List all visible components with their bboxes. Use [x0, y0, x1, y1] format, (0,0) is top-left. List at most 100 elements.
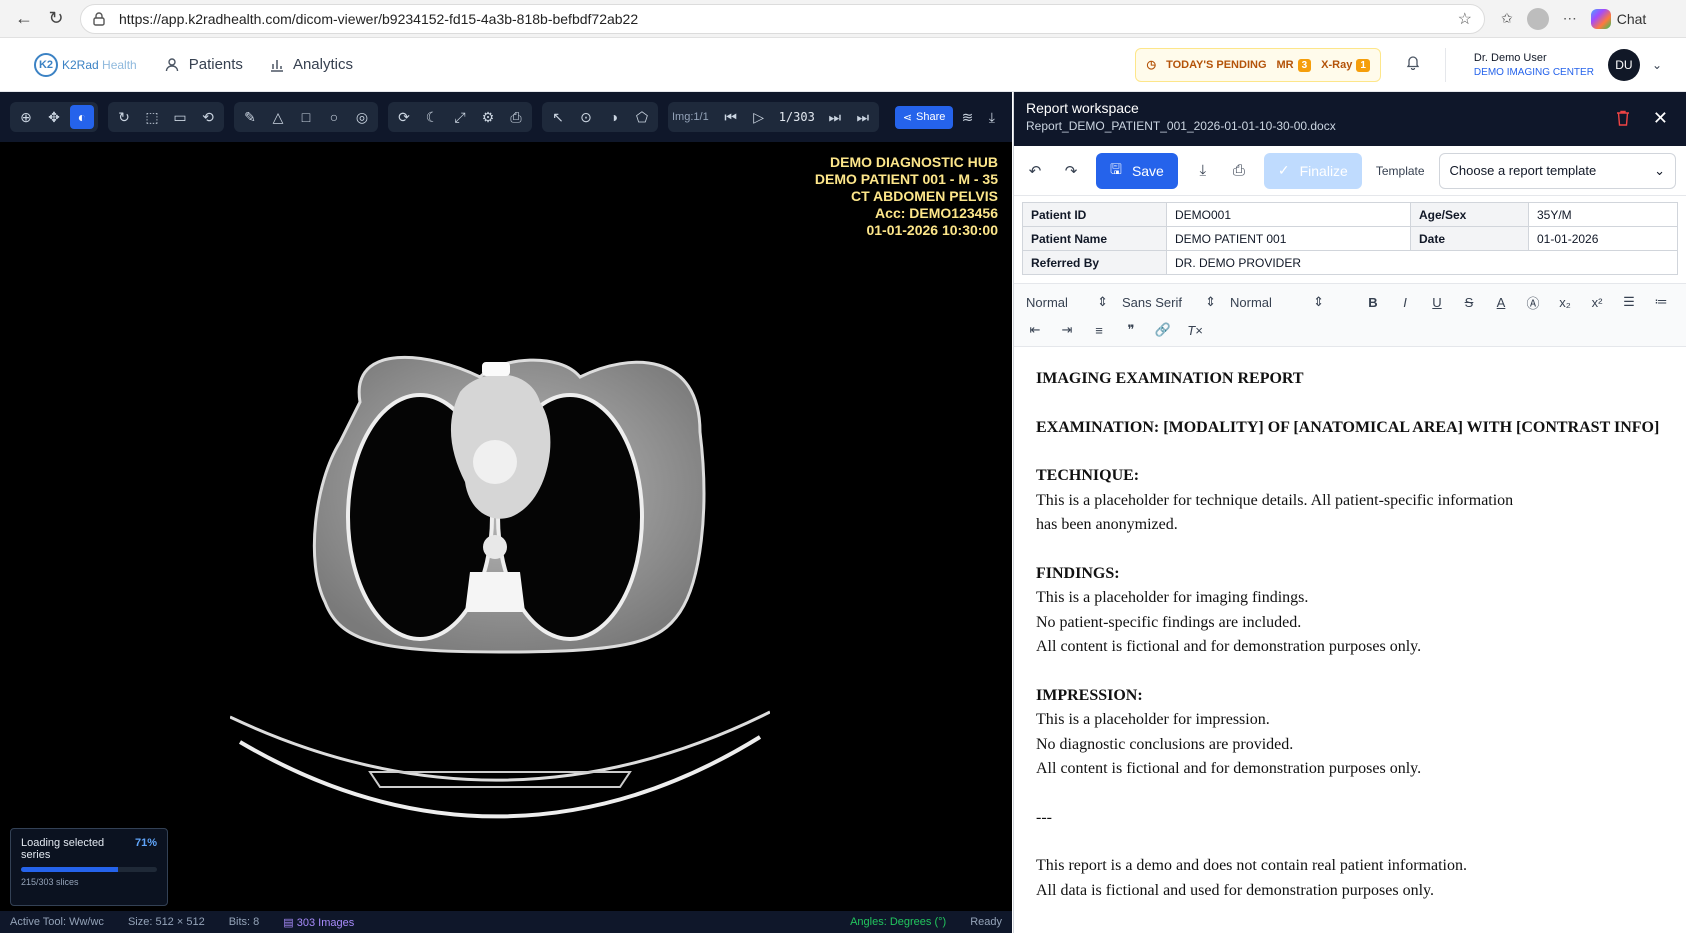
angle-icon[interactable]: △: [266, 105, 290, 129]
back-arrow-icon[interactable]: ←: [10, 5, 38, 33]
nav-patients[interactable]: Patients: [165, 56, 243, 73]
pending-xray[interactable]: X-Ray 1: [1321, 58, 1370, 72]
download-icon[interactable]: ⤓: [982, 105, 1002, 129]
pan-icon[interactable]: ✥: [42, 105, 66, 129]
logo[interactable]: K2 K2Rad Health: [34, 52, 137, 77]
flip-vertical-icon[interactable]: ⬚: [140, 105, 164, 129]
ordered-list-icon[interactable]: ☰: [1620, 294, 1638, 310]
bold-icon[interactable]: B: [1364, 295, 1382, 310]
loading-progress-fill: [21, 867, 118, 872]
pending-label: TODAY'S PENDING: [1166, 58, 1267, 71]
outdent-icon[interactable]: ⇤: [1026, 322, 1044, 338]
impression-line: This is a placeholder for impression.: [1036, 711, 1270, 728]
status-active-tool: Active Tool: Ww/wc: [10, 916, 104, 928]
status-bits: Bits: 8: [228, 916, 260, 928]
share-label: Share: [916, 111, 946, 123]
strikethrough-icon[interactable]: S: [1460, 295, 1478, 310]
user-center: DEMO IMAGING CENTER: [1473, 66, 1594, 78]
invert-icon[interactable]: ☾: [420, 105, 444, 129]
align-icon[interactable]: ≡: [1090, 323, 1108, 338]
underline-icon[interactable]: U: [1428, 295, 1446, 310]
status-images[interactable]: ▤ 303 Images: [283, 916, 354, 929]
print-icon[interactable]: ⎙: [1228, 162, 1250, 179]
superscript-icon[interactable]: x²: [1588, 295, 1606, 310]
last-slice-icon[interactable]: ⏭: [851, 105, 875, 129]
clear-format-icon[interactable]: T×: [1186, 323, 1204, 338]
app-nav: Patients Analytics: [165, 56, 353, 73]
fullscreen-icon[interactable]: ⤢: [448, 105, 472, 129]
heading-select[interactable]: Normal ⇕: [1026, 294, 1108, 310]
ellipse-icon[interactable]: ○: [322, 105, 346, 129]
undo-icon[interactable]: ↶: [1024, 162, 1046, 180]
bullet-list-icon[interactable]: ≔: [1652, 294, 1670, 310]
rotate-icon[interactable]: ↻: [112, 105, 136, 129]
contrast-icon[interactable]: ◑: [602, 105, 626, 129]
report-editor[interactable]: IMAGING EXAMINATION REPORT EXAMINATION: …: [1014, 347, 1686, 923]
updown-icon: ⇕: [1097, 294, 1108, 309]
lasso-icon[interactable]: ⬠: [630, 105, 654, 129]
magnify-icon[interactable]: ⊙: [574, 105, 598, 129]
star-icon[interactable]: ☆: [1458, 9, 1472, 29]
address-bar[interactable]: https://app.k2radhealth.com/dicom-viewer…: [80, 3, 1485, 34]
avatar[interactable]: DU: [1607, 48, 1640, 81]
layers-icon[interactable]: ≋: [957, 105, 977, 129]
footer-line: This report is a demo and does not conta…: [1036, 857, 1467, 874]
findings-line: This is a placeholder for imaging findin…: [1036, 589, 1309, 606]
finalize-button[interactable]: ✓ Finalize: [1263, 152, 1362, 189]
reset-icon[interactable]: ⟲: [196, 105, 220, 129]
first-slice-icon[interactable]: ⏮: [719, 105, 743, 129]
next-slice-icon[interactable]: ⏭: [823, 105, 847, 129]
highlight-icon[interactable]: Ⓐ: [1524, 293, 1542, 312]
overlay-accession: Acc: DEMO123456: [875, 205, 998, 221]
editor-toolbar: Normal ⇕ Sans Serif ⇕ Normal ⇕ B I U S A Ⓐ …: [1014, 283, 1686, 347]
redo-icon[interactable]: ↷: [1060, 162, 1082, 180]
share-button[interactable]: ⋖ Share: [894, 105, 954, 129]
save-button[interactable]: 🖫 Save: [1096, 152, 1178, 189]
font-select[interactable]: Sans Serif ⇕: [1122, 294, 1216, 310]
play-icon[interactable]: ▷: [747, 105, 771, 129]
profile-icon[interactable]: [1526, 7, 1549, 30]
view-tools: ⟳ ☾ ⤢ ⚙ ⎙: [388, 102, 532, 132]
print-icon[interactable]: ⎙: [504, 105, 528, 129]
link-icon[interactable]: 🔗: [1154, 322, 1172, 338]
settings-icon[interactable]: ⚙: [476, 105, 500, 129]
share-icon: ⋖: [902, 111, 913, 124]
text-color-icon[interactable]: A: [1492, 295, 1510, 310]
footer-line: All data is fictional and used for demon…: [1036, 881, 1434, 899]
size-select[interactable]: Normal ⇕: [1230, 294, 1324, 310]
close-icon[interactable]: ✕: [1653, 108, 1668, 129]
url-text[interactable]: https://app.k2radhealth.com/dicom-viewer…: [119, 11, 1458, 27]
blockquote-icon[interactable]: ❞: [1122, 322, 1140, 338]
circle-roi-icon[interactable]: ◎: [350, 105, 374, 129]
favorites-icon[interactable]: ✩: [1501, 10, 1513, 27]
zoom-icon[interactable]: ⊕: [14, 105, 38, 129]
bell-icon[interactable]: [1405, 54, 1421, 75]
template-label: Template: [1375, 163, 1425, 178]
chat-button[interactable]: Chat: [1590, 8, 1646, 29]
chevron-down-icon[interactable]: ⌄: [1652, 58, 1662, 72]
app-header: K2 K2Rad Health Patients Analytics ◷ TOD…: [0, 38, 1686, 92]
italic-icon[interactable]: I: [1396, 295, 1414, 310]
window-level-icon[interactable]: ◐: [70, 105, 94, 129]
rectangle-icon[interactable]: □: [294, 105, 318, 129]
findings-heading: FINDINGS:: [1036, 564, 1120, 582]
template-select[interactable]: Choose a report template ⌄: [1438, 152, 1676, 189]
clock-icon: ◷: [1146, 59, 1157, 71]
ruler-icon[interactable]: ✎: [238, 105, 262, 129]
subscript-icon[interactable]: x₂: [1556, 295, 1574, 310]
save-icon: 🖫: [1110, 160, 1122, 177]
trash-icon[interactable]: [1616, 110, 1630, 130]
pending-mr[interactable]: MR 3: [1277, 58, 1312, 72]
indent-icon[interactable]: ⇥: [1058, 322, 1076, 338]
reload-icon[interactable]: ↻: [42, 5, 70, 33]
download-icon[interactable]: ⤓: [1192, 162, 1214, 179]
flip-horizontal-icon[interactable]: ▭: [168, 105, 192, 129]
image-counter: Img:1/1: [672, 111, 709, 123]
sync-icon[interactable]: ⟳: [392, 105, 416, 129]
status-size: Size: 512 × 512: [127, 916, 205, 928]
pending-panel[interactable]: ◷ TODAY'S PENDING MR 3 X-Ray 1: [1135, 47, 1381, 82]
more-icon[interactable]: ⋯: [1563, 10, 1577, 27]
pointer-icon[interactable]: ↖: [546, 105, 570, 129]
ct-image[interactable]: [230, 282, 770, 872]
nav-analytics[interactable]: Analytics: [269, 56, 353, 73]
